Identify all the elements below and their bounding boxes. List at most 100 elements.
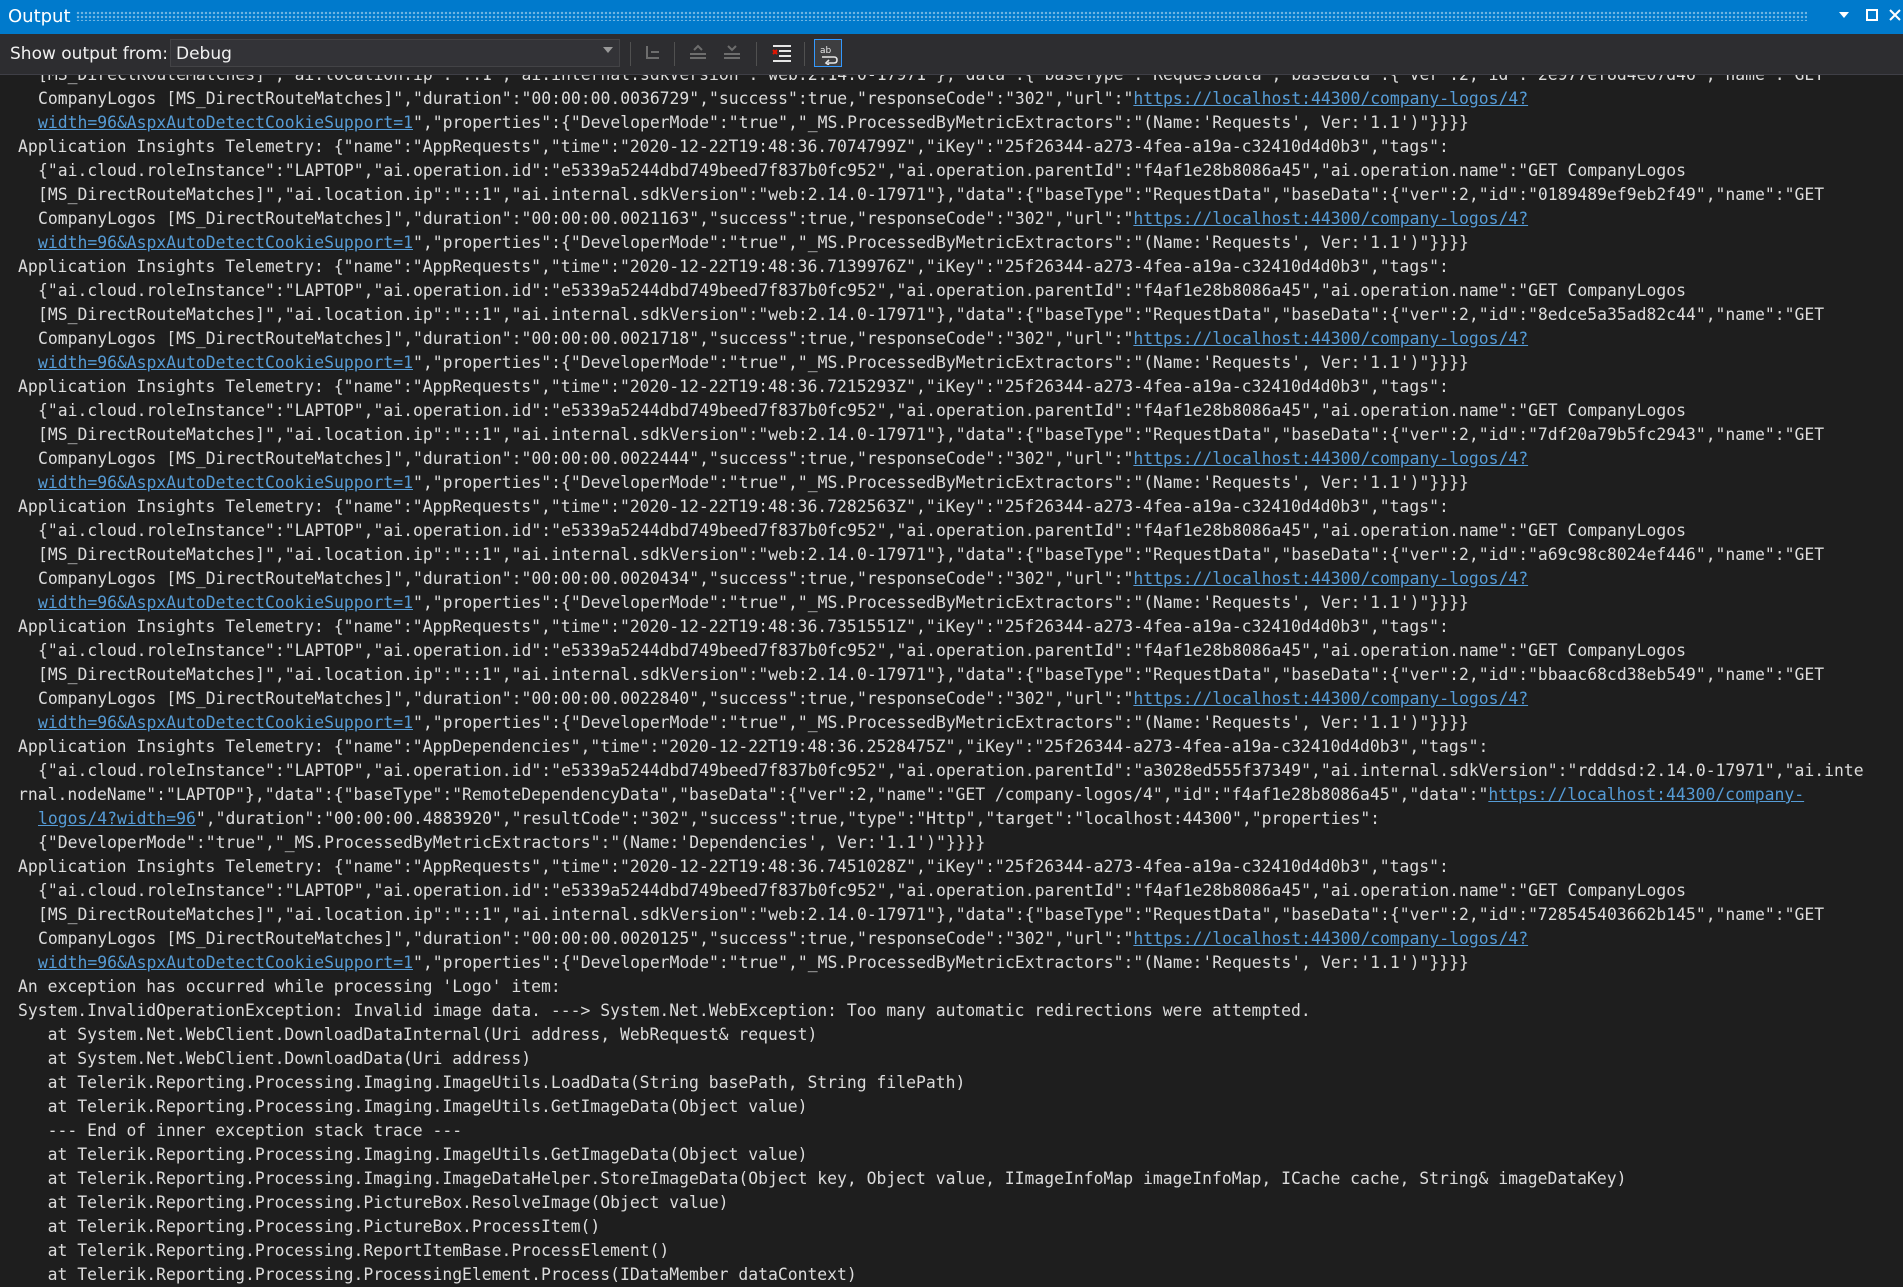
output-url-link[interactable]: https://localhost:44300/company-logos/4? [1133, 569, 1528, 588]
output-line: {"ai.cloud.roleInstance":"LAPTOP","ai.op… [18, 759, 1888, 783]
output-line: at Telerik.Reporting.Processing.Imaging.… [18, 1071, 1888, 1095]
output-text: Application Insights Telemetry: {"name":… [18, 857, 1449, 876]
output-url-link[interactable]: https://localhost:44300/company-logos/4? [1133, 209, 1528, 228]
maximize-icon[interactable] [1861, 6, 1883, 28]
output-text: rnal.nodeName":"LAPTOP"},"data":{"baseTy… [18, 785, 1489, 804]
output-text: at Telerik.Reporting.Processing.Imaging.… [18, 1169, 1627, 1188]
output-url-link[interactable]: logos/4?width=96 [38, 809, 196, 828]
output-line: Application Insights Telemetry: {"name":… [18, 375, 1888, 399]
output-text-pane[interactable]: [MS_DirectRouteMatches]","ai.location.ip… [0, 75, 1903, 1287]
output-line: width=96&AspxAutoDetectCookieSupport=1",… [18, 231, 1888, 255]
output-text: ","properties":{"DeveloperMode":"true","… [412, 353, 1469, 372]
output-url-link[interactable]: width=96&AspxAutoDetectCookieSupport=1 [38, 353, 413, 372]
output-line: at Telerik.Reporting.Processing.Imaging.… [18, 1143, 1888, 1167]
vertical-scrollbar[interactable] [1889, 75, 1903, 1287]
output-text: ","properties":{"DeveloperMode":"true","… [412, 473, 1469, 492]
output-url-link[interactable]: https://localhost:44300/company-logos/4? [1133, 89, 1528, 108]
output-text: CompanyLogos [MS_DirectRouteMatches]","d… [38, 689, 1134, 708]
output-url-link[interactable]: width=96&AspxAutoDetectCookieSupport=1 [38, 713, 413, 732]
output-url-link[interactable]: width=96&AspxAutoDetectCookieSupport=1 [38, 593, 413, 612]
output-line: [MS_DirectRouteMatches]","ai.location.ip… [18, 663, 1888, 687]
output-line: Application Insights Telemetry: {"name":… [18, 855, 1888, 879]
window-position-dropdown-icon[interactable] [1833, 6, 1855, 28]
output-line: width=96&AspxAutoDetectCookieSupport=1",… [18, 471, 1888, 495]
output-text: {"ai.cloud.roleInstance":"LAPTOP","ai.op… [38, 761, 1864, 780]
output-title-bar[interactable]: Output [0, 0, 1903, 34]
output-line: at Telerik.Reporting.Processing.Imaging.… [18, 1095, 1888, 1119]
output-line: width=96&AspxAutoDetectCookieSupport=1",… [18, 111, 1888, 135]
title-bar-grip[interactable] [76, 11, 1807, 21]
output-window: Output Show output from: Debug ab Compan… [0, 0, 1903, 1287]
output-line: CompanyLogos [MS_DirectRouteMatches]","d… [18, 87, 1888, 111]
output-text: ","properties":{"DeveloperMode":"true","… [412, 713, 1469, 732]
output-text: ","properties":{"DeveloperMode":"true","… [412, 593, 1469, 612]
output-text: at Telerik.Reporting.Processing.PictureB… [18, 1193, 729, 1212]
output-text: [MS_DirectRouteMatches]","ai.location.ip… [38, 185, 1825, 204]
output-line: width=96&AspxAutoDetectCookieSupport=1",… [18, 951, 1888, 975]
output-text: [MS_DirectRouteMatches]","ai.location.ip… [38, 305, 1825, 324]
output-line: {"DeveloperMode":"true","_MS.ProcessedBy… [18, 831, 1888, 855]
toggle-word-wrap-button[interactable]: ab [814, 39, 842, 67]
output-url-link[interactable]: https://localhost:44300/company- [1488, 785, 1804, 804]
output-line: {"ai.cloud.roleInstance":"LAPTOP","ai.op… [18, 519, 1888, 543]
output-text: [MS_DirectRouteMatches]","ai.location.ip… [38, 905, 1825, 924]
output-line: at Telerik.Reporting.Processing.PictureB… [18, 1191, 1888, 1215]
output-line: [MS_DirectRouteMatches]","ai.location.ip… [18, 543, 1888, 567]
output-source-dropdown[interactable]: Debug [170, 39, 620, 67]
clear-all-button[interactable] [768, 39, 796, 67]
output-url-link[interactable]: width=96&AspxAutoDetectCookieSupport=1 [38, 953, 413, 972]
output-text: System.InvalidOperationException: Invali… [18, 1001, 1311, 1020]
output-text: ","properties":{"DeveloperMode":"true","… [412, 113, 1469, 132]
output-url-link[interactable]: https://localhost:44300/company-logos/4? [1133, 449, 1528, 468]
output-line: Application Insights Telemetry: {"name":… [18, 135, 1888, 159]
output-text: CompanyLogos [MS_DirectRouteMatches]","d… [38, 329, 1134, 348]
output-text: Application Insights Telemetry: {"name":… [18, 737, 1489, 756]
output-text: ","duration":"00:00:00.4883920","resultC… [195, 809, 1381, 828]
output-line: Application Insights Telemetry: {"name":… [18, 615, 1888, 639]
output-text: Application Insights Telemetry: {"name":… [18, 377, 1449, 396]
output-text: ","properties":{"DeveloperMode":"true","… [412, 233, 1469, 252]
output-line: System.InvalidOperationException: Invali… [18, 999, 1888, 1023]
output-text: CompanyLogos [MS_DirectRouteMatches]","d… [38, 569, 1134, 588]
go-to-next-message-button[interactable] [718, 39, 746, 67]
output-text: at Telerik.Reporting.Processing.ReportIt… [18, 1241, 670, 1260]
output-line: Application Insights Telemetry: {"name":… [18, 255, 1888, 279]
output-url-link[interactable]: width=96&AspxAutoDetectCookieSupport=1 [38, 233, 413, 252]
output-toolbar: Show output from: Debug ab [0, 34, 1903, 75]
output-source-value: Debug [176, 44, 232, 64]
output-text: {"ai.cloud.roleInstance":"LAPTOP","ai.op… [38, 641, 1686, 660]
find-in-code-icon [646, 46, 659, 59]
output-line: Application Insights Telemetry: {"name":… [18, 495, 1888, 519]
output-text: CompanyLogos [MS_DirectRouteMatches]","d… [38, 209, 1134, 228]
output-line: {"ai.cloud.roleInstance":"LAPTOP","ai.op… [18, 399, 1888, 423]
output-text: [MS_DirectRouteMatches]","ai.location.ip… [38, 75, 1824, 84]
previous-message-icon [690, 44, 706, 59]
output-line: at Telerik.Reporting.Processing.PictureB… [18, 1215, 1888, 1239]
output-url-link[interactable]: https://localhost:44300/company-logos/4? [1133, 929, 1528, 948]
next-message-icon [724, 45, 740, 59]
output-line: logos/4?width=96","duration":"00:00:00.4… [18, 807, 1888, 831]
output-url-link[interactable]: https://localhost:44300/company-logos/4? [1133, 689, 1528, 708]
output-line: CompanyLogos [MS_DirectRouteMatches]","d… [18, 927, 1888, 951]
output-url-link[interactable]: width=96&AspxAutoDetectCookieSupport=1 [38, 473, 413, 492]
output-line: Application Insights Telemetry: {"name":… [18, 735, 1888, 759]
go-to-previous-message-button[interactable] [684, 39, 712, 67]
output-text: An exception has occurred while processi… [18, 977, 561, 996]
output-text: {"ai.cloud.roleInstance":"LAPTOP","ai.op… [38, 401, 1686, 420]
output-line: width=96&AspxAutoDetectCookieSupport=1",… [18, 351, 1888, 375]
output-line: CompanyLogos [MS_DirectRouteMatches]","d… [18, 567, 1888, 591]
output-line: [MS_DirectRouteMatches]","ai.location.ip… [18, 183, 1888, 207]
find-message-in-code-button[interactable] [640, 39, 668, 67]
output-url-link[interactable]: width=96&AspxAutoDetectCookieSupport=1 [38, 113, 413, 132]
output-text: ","properties":{"DeveloperMode":"true","… [412, 953, 1469, 972]
output-text: at Telerik.Reporting.Processing.Imaging.… [18, 1073, 966, 1092]
output-text: {"ai.cloud.roleInstance":"LAPTOP","ai.op… [38, 521, 1686, 540]
output-line: at System.Net.WebClient.DownloadDataInte… [18, 1023, 1888, 1047]
output-text-content: [MS_DirectRouteMatches]","ai.location.ip… [18, 75, 1888, 1287]
output-line: width=96&AspxAutoDetectCookieSupport=1",… [18, 591, 1888, 615]
output-url-link[interactable]: https://localhost:44300/company-logos/4? [1133, 329, 1528, 348]
output-line: {"ai.cloud.roleInstance":"LAPTOP","ai.op… [18, 879, 1888, 903]
close-icon[interactable] [1884, 6, 1903, 28]
output-line: CompanyLogos [MS_DirectRouteMatches]","d… [18, 207, 1888, 231]
output-line: [MS_DirectRouteMatches]","ai.location.ip… [18, 903, 1888, 927]
